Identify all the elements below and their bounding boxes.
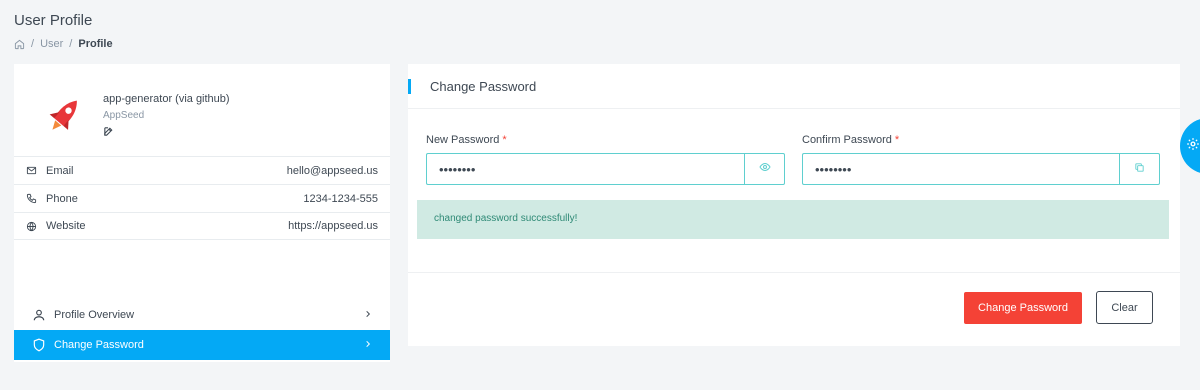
- profile-header: app-generator (via github) AppSeed: [14, 64, 390, 156]
- success-alert: changed password successfully!: [417, 200, 1169, 239]
- breadcrumb-separator: /: [69, 38, 73, 50]
- breadcrumb-item-user[interactable]: User: [40, 38, 63, 50]
- chevron-right-icon: [364, 309, 372, 321]
- footer-divider: [408, 272, 1180, 273]
- header-accent-bar: [408, 79, 411, 94]
- gear-icon: [1186, 137, 1200, 156]
- breadcrumb: / User / Profile: [14, 38, 113, 50]
- shield-icon: [32, 338, 48, 352]
- new-password-label-text: New Password: [426, 134, 500, 146]
- show-password-button[interactable]: [744, 153, 785, 185]
- chevron-right-icon: [364, 339, 372, 351]
- phone-label: Phone: [46, 192, 78, 205]
- clear-button[interactable]: Clear: [1096, 291, 1153, 324]
- user-org: AppSeed: [103, 110, 145, 121]
- phone-value: 1234-1234-555: [303, 192, 378, 205]
- email-value: hello@appseed.us: [286, 164, 378, 177]
- confirm-password-input[interactable]: [802, 153, 1119, 185]
- profile-card: app-generator (via github) AppSeed Email…: [14, 64, 390, 362]
- confirm-password-group: [802, 153, 1160, 185]
- home-icon[interactable]: [14, 39, 25, 50]
- card-header: Change Password: [408, 64, 1180, 109]
- breadcrumb-separator: /: [31, 38, 35, 50]
- confirm-password-label-text: Confirm Password: [802, 134, 892, 146]
- info-row-phone: Phone 1234-1234-555: [14, 184, 390, 212]
- edit-icon[interactable]: [103, 124, 114, 136]
- nav-item-label: Change Password: [54, 339, 144, 351]
- phone-icon: [26, 193, 40, 204]
- copy-icon: [1134, 160, 1145, 178]
- breadcrumb-item-profile: Profile: [78, 38, 113, 50]
- change-password-button[interactable]: Change Password: [964, 292, 1082, 324]
- email-label: Email: [46, 164, 74, 177]
- copy-password-button[interactable]: [1119, 153, 1160, 185]
- nav-item-change-password[interactable]: Change Password: [14, 330, 390, 360]
- eye-icon: [758, 160, 771, 178]
- website-value: https://appseed.us: [288, 220, 378, 232]
- rocket-logo: [44, 94, 84, 138]
- new-password-label: New Password *: [426, 134, 507, 146]
- website-label: Website: [46, 220, 86, 232]
- page-title: User Profile: [14, 12, 93, 29]
- change-password-card: Change Password New Password * Confirm P…: [408, 64, 1180, 346]
- confirm-password-label: Confirm Password *: [802, 134, 899, 146]
- required-mark: *: [894, 134, 900, 146]
- user-icon: [32, 308, 48, 322]
- settings-toggle[interactable]: [1180, 118, 1200, 174]
- nav-item-label: Profile Overview: [54, 309, 135, 321]
- new-password-group: [426, 153, 785, 185]
- mail-icon: [26, 165, 40, 176]
- new-password-input[interactable]: [426, 153, 744, 185]
- info-row-website: Website https://appseed.us: [14, 212, 390, 240]
- globe-icon: [26, 221, 40, 232]
- user-name: app-generator (via github): [103, 93, 230, 105]
- info-row-email: Email hello@appseed.us: [14, 156, 390, 184]
- required-mark: *: [502, 134, 507, 146]
- card-title: Change Password: [430, 79, 537, 94]
- nav-item-profile-overview[interactable]: Profile Overview: [14, 300, 390, 330]
